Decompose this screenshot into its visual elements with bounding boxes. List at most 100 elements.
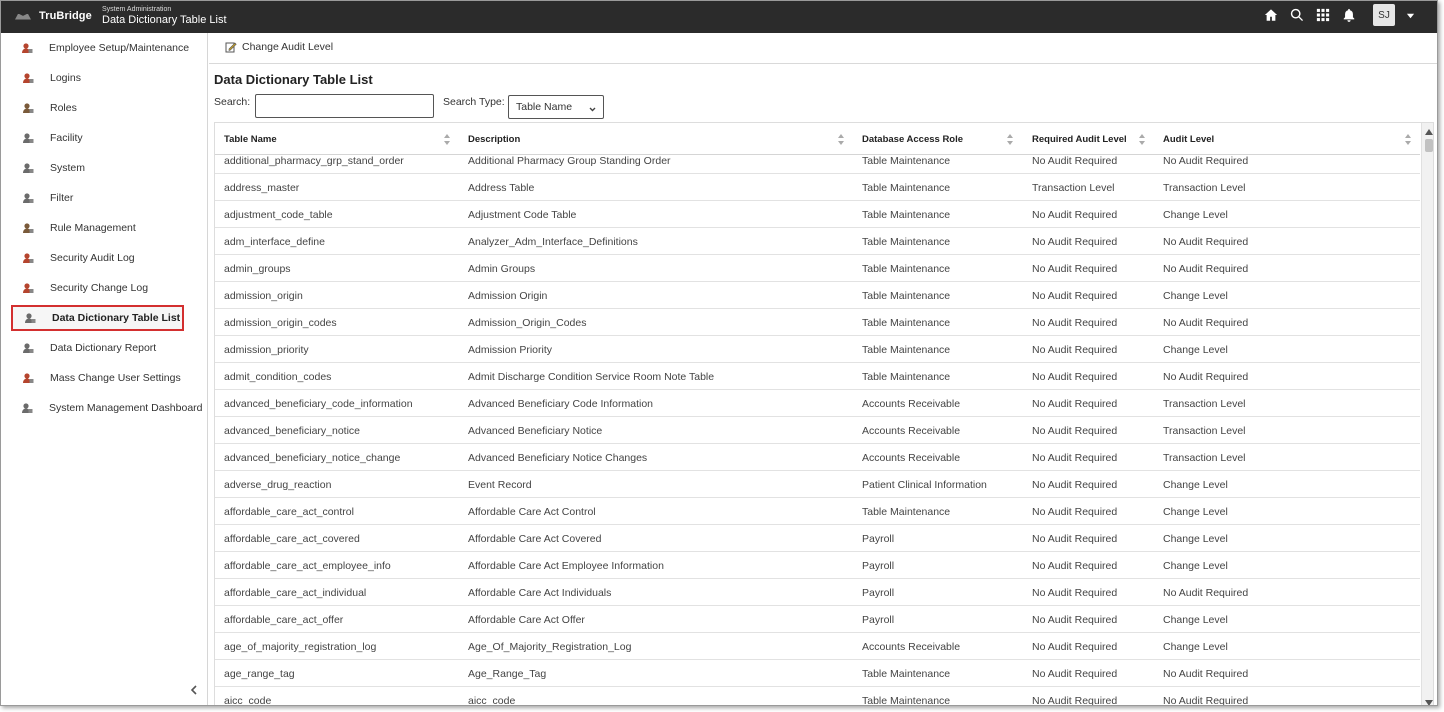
table-row[interactable]: age_range_tag Age_Range_Tag Table Maintena… [215,660,1420,687]
scrollbar-thumb[interactable] [1425,139,1433,152]
header-page-title: Data Dictionary Table List [102,14,227,26]
sidebar-item-label: Data Dictionary Table List [52,312,181,324]
scroll-down-icon[interactable] [1425,697,1433,705]
vertical-scrollbar[interactable] [1421,123,1433,705]
cell-required-audit-level: No Audit Required [1032,694,1118,706]
cell-table-name: advanced_beneficiary_code_information [224,397,413,410]
table-row[interactable]: affordable_care_act_offer Affordable Care… [215,606,1420,633]
sidebar-item-label: Data Dictionary Report [50,342,157,354]
column-header-label: Audit Level [1163,133,1215,145]
table-row[interactable]: adverse_drug_reaction Event Record Patient… [215,471,1420,498]
cell-audit-level: Change Level [1163,208,1228,221]
sidebar-item-system[interactable]: System [11,155,184,181]
search-icon[interactable] [1289,7,1305,23]
search-type-select[interactable]: Table Name [508,95,604,119]
sidebar-item-facility[interactable]: Facility [11,125,184,151]
scroll-up-icon[interactable] [1425,126,1433,135]
cell-audit-level: Change Level [1163,532,1228,545]
cell-database-access-role: Table Maintenance [862,208,951,221]
page-header: System Administration Data Dictionary Ta… [102,6,227,26]
cell-required-audit-level: No Audit Required [1032,451,1118,464]
table-row[interactable]: affordable_care_act_control Affordable Ca… [215,498,1420,525]
sidebar-item-filter[interactable]: Filter [11,185,184,211]
table-row[interactable]: affordable_care_act_employee_info Afforda… [215,552,1420,579]
cell-table-name: affordable_care_act_individual [224,586,367,599]
home-icon[interactable] [1263,7,1279,23]
cell-audit-level: Change Level [1163,559,1228,572]
column-header-description[interactable]: Description [468,123,520,155]
cell-table-name: adm_interface_define [224,235,325,248]
table-list-icon [23,312,36,325]
column-header-label: Description [468,133,521,145]
sidebar-item-employee-setup-maintenance[interactable]: Employee Setup/Maintenance [11,35,189,61]
table-row[interactable]: admission_origin Admission Origin Table Ma… [215,282,1420,309]
cell-table-name: admin_groups [224,262,291,275]
table-row[interactable]: aicc_code aicc_code Table Maintenance No Au… [215,687,1420,706]
cell-table-name: address_master [224,181,300,194]
chevron-left-icon[interactable] [187,683,201,697]
top-actions: SJ [1263,4,1415,26]
cell-description: aicc_code [468,694,516,706]
table-row[interactable]: advanced_beneficiary_notice_change Advanc… [215,444,1420,471]
cell-table-name: age_range_tag [224,667,295,680]
sidebar-item-data-dictionary-report[interactable]: Data Dictionary Report [11,335,184,361]
cell-database-access-role: Accounts Receivable [862,397,961,410]
apps-grid-icon[interactable] [1315,7,1331,23]
table-row[interactable]: admission_priority Admission Priority Tabl… [215,336,1420,363]
table-row[interactable]: affordable_care_act_individual Affordable… [215,579,1420,606]
sidebar-item-label: System [50,162,86,174]
sidebar-item-data-dictionary-table-list[interactable]: Data Dictionary Table List [11,305,184,331]
sidebar-item-rule-management[interactable]: Rule Management [11,215,184,241]
chevron-down-icon[interactable] [1405,10,1415,20]
column-header-table-name[interactable]: Table Name [224,123,277,155]
sidebar-item-mass-change-user-settings[interactable]: Mass Change User Settings [11,365,184,391]
cell-audit-level: No Audit Required [1163,370,1249,383]
cell-description: Admission_Origin_Codes [468,316,587,329]
table-row[interactable]: admin_groups Admin Groups Table Maintenanc… [215,255,1420,282]
cell-description: Address Table [468,181,535,194]
column-header-required-audit-level[interactable]: Required Audit Level [1032,123,1127,155]
facility-icon [21,132,34,145]
table-row[interactable]: advanced_beneficiary_notice Advanced Bene… [215,417,1420,444]
table-row[interactable]: affordable_care_act_covered Affordable Ca… [215,525,1420,552]
table-row[interactable]: address_master Address Table Table Mainten… [215,174,1420,201]
cell-description: Affordable Care Act Control [468,505,596,518]
cell-description: Age_Range_Tag [468,667,547,680]
avatar[interactable]: SJ [1373,4,1395,26]
table-row[interactable]: adm_interface_define Analyzer_Adm_Interfa… [215,228,1420,255]
cell-required-audit-level: No Audit Required [1032,667,1118,680]
column-header-label: Required Audit Level [1032,133,1127,145]
cell-required-audit-level: No Audit Required [1032,559,1118,572]
column-header-label: Table Name [224,133,277,145]
table-row[interactable]: admission_origin_codes Admission_Origin_C… [215,309,1420,336]
table-row[interactable]: age_of_majority_registration_log Age_Of_M… [215,633,1420,660]
table-row[interactable]: advanced_beneficiary_code_information Adv… [215,390,1420,417]
search-type-label: Search Type: [443,96,505,108]
sidebar-item-label: Roles [50,102,77,114]
search-input[interactable] [255,94,434,118]
column-header-database-access-role[interactable]: Database Access Role [862,123,963,155]
cell-required-audit-level: No Audit Required [1032,397,1118,410]
sidebar-item-security-audit-log[interactable]: Security Audit Log [11,245,184,271]
bell-icon[interactable] [1341,7,1357,23]
cell-table-name: admit_condition_codes [224,370,332,383]
sidebar-item-logins[interactable]: Logins [11,65,184,91]
cell-description: Advanced Beneficiary Notice Changes [468,451,648,464]
cell-table-name: admission_origin [224,289,303,302]
table-row[interactable]: admit_condition_codes Admit Discharge Con… [215,363,1420,390]
change-audit-level-button[interactable]: Change Audit Level [225,41,333,53]
column-header-audit-level[interactable]: Audit Level [1163,123,1214,155]
cell-database-access-role: Patient Clinical Information [862,478,987,491]
cell-required-audit-level: No Audit Required [1032,370,1118,383]
sidebar-item-security-change-log[interactable]: Security Change Log [11,275,184,301]
table-row[interactable]: adjustment_code_table Adjustment Code Tab… [215,201,1420,228]
change-log-icon [21,282,34,295]
cell-audit-level: No Audit Required [1163,586,1249,599]
sidebar-item-system-management-dashboard[interactable]: System Management Dashboard [11,395,203,421]
top-bar: TruBridge System Administration Data Dic… [1,1,1437,33]
sidebar-item-roles[interactable]: Roles [11,95,184,121]
brand-logo[interactable]: TruBridge [15,10,92,22]
cell-required-audit-level: No Audit Required [1032,235,1118,248]
audit-log-icon [21,252,34,265]
sidebar-item-label: Security Audit Log [50,252,135,264]
